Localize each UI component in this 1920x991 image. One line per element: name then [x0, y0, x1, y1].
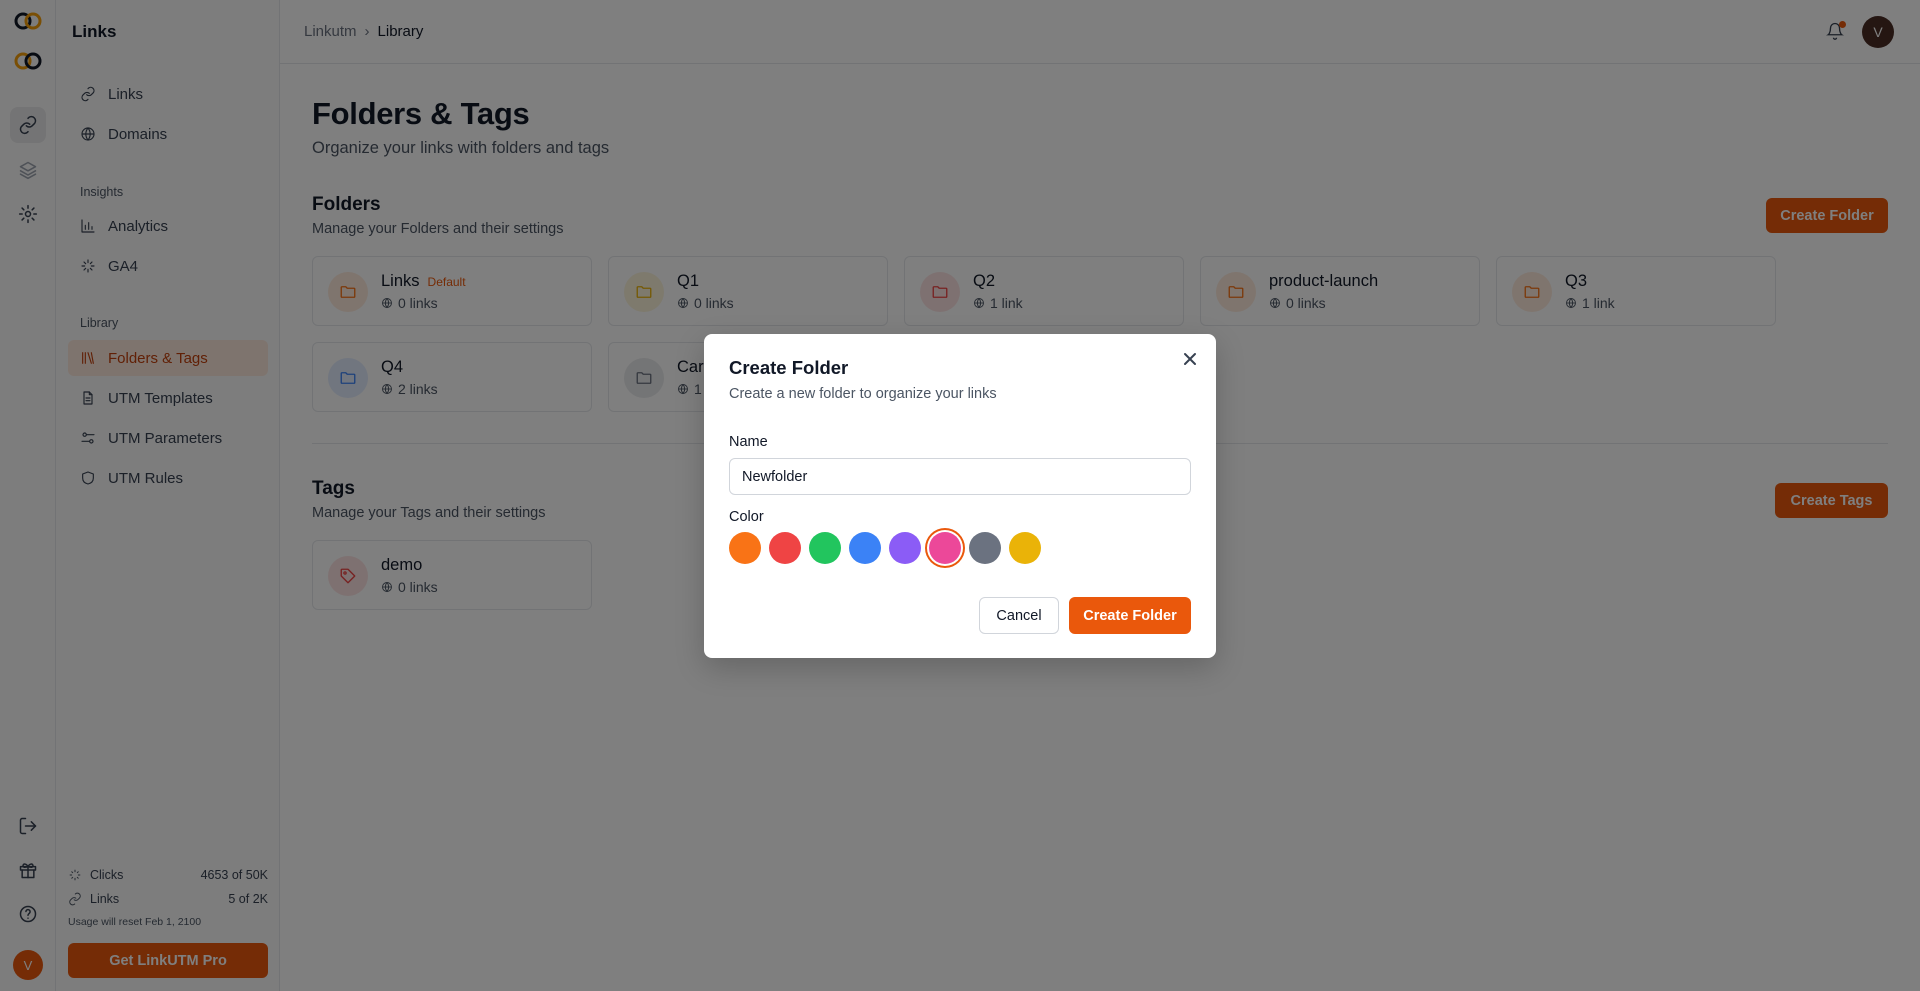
- color-swatch[interactable]: [929, 532, 961, 564]
- color-swatch[interactable]: [729, 532, 761, 564]
- color-label: Color: [729, 509, 764, 525]
- dialog-title: Create Folder: [729, 357, 849, 378]
- dialog-description: Create a new folder to organize your lin…: [729, 386, 997, 402]
- color-swatch[interactable]: [1009, 532, 1041, 564]
- color-swatch[interactable]: [849, 532, 881, 564]
- folder-name-input[interactable]: [729, 458, 1191, 495]
- color-swatch[interactable]: [769, 532, 801, 564]
- create-folder-submit-button[interactable]: Create Folder: [1069, 597, 1191, 634]
- create-folder-dialog: Create Folder Create a new folder to org…: [704, 334, 1216, 658]
- name-label: Name: [729, 434, 768, 450]
- color-swatch[interactable]: [969, 532, 1001, 564]
- cancel-button[interactable]: Cancel: [979, 597, 1059, 634]
- color-swatch[interactable]: [809, 532, 841, 564]
- close-button[interactable]: [1182, 351, 1198, 367]
- close-icon: [1184, 353, 1196, 365]
- color-swatch[interactable]: [889, 532, 921, 564]
